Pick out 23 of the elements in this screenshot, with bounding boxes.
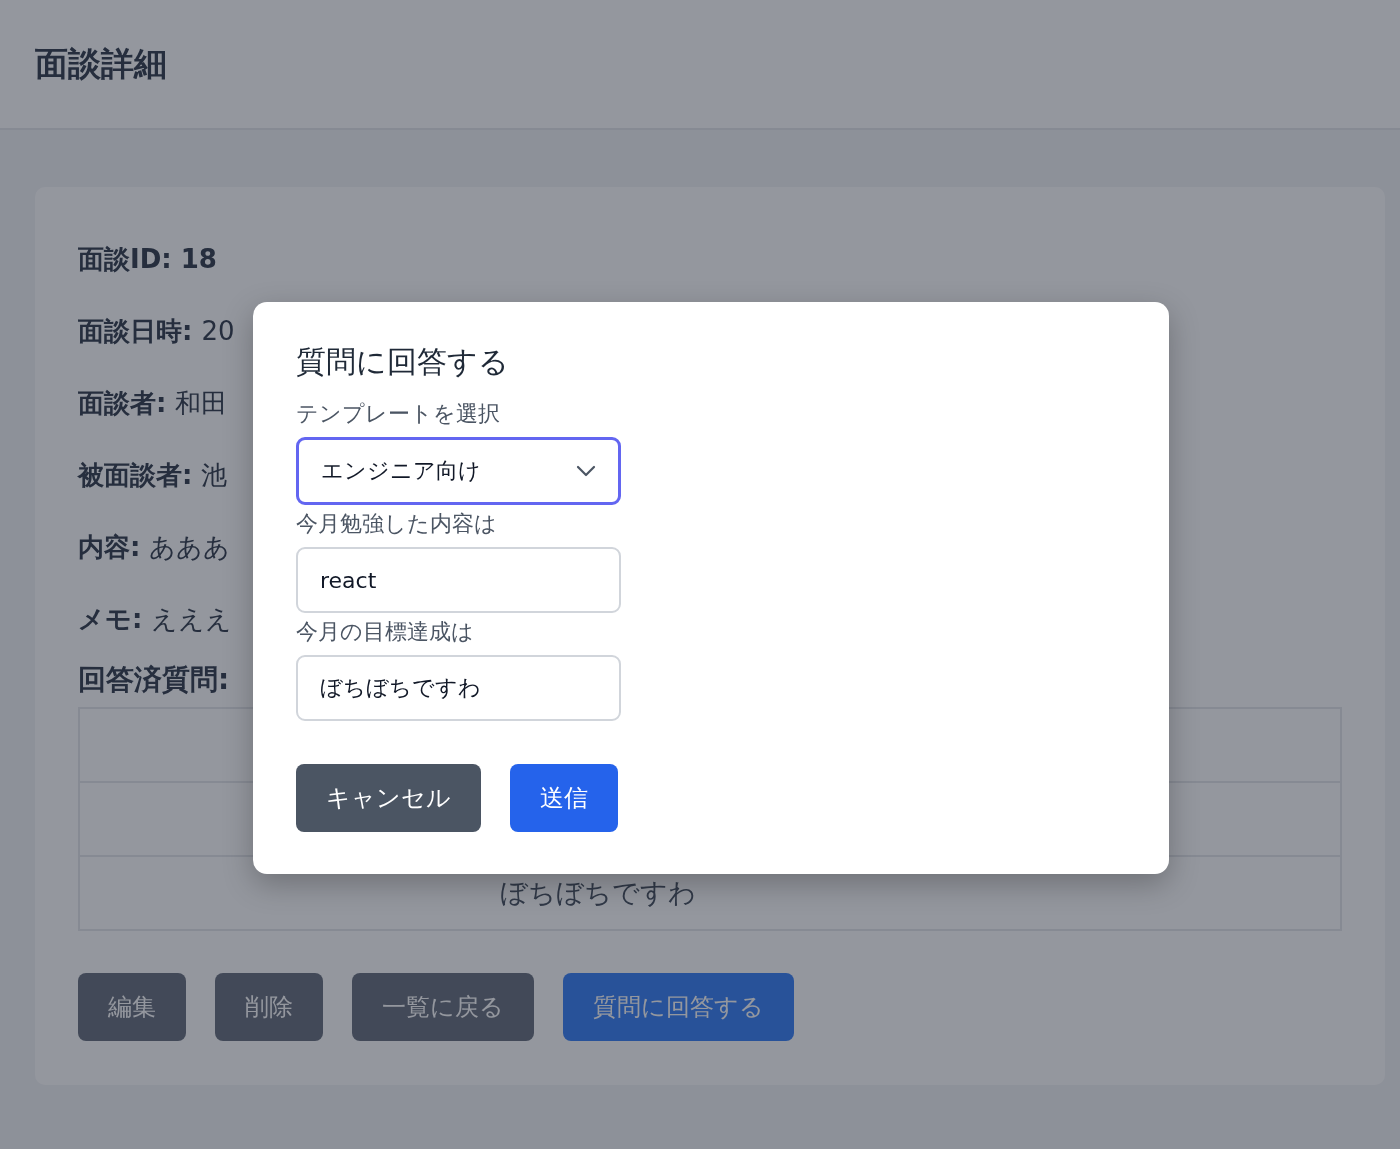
detail-text: 面談日時: 20 <box>78 314 235 348</box>
action-button[interactable]: 削除 <box>215 973 323 1041</box>
field-label: 今月の目標達成は <box>296 618 475 646</box>
dialog-button[interactable]: 送信 <box>510 764 618 832</box>
dialog-title: 質問に回答する <box>296 343 510 381</box>
detail-text: 被面談者: 池 <box>78 458 228 492</box>
action-button[interactable]: 一覧に戻る <box>352 973 534 1041</box>
action-button[interactable]: 質問に回答する <box>563 973 794 1041</box>
detail-text: メモ: えええ <box>78 602 233 636</box>
detail-text: 面談者: 和田 <box>78 386 228 420</box>
template-select[interactable]: エンジニア向け <box>296 437 621 505</box>
answer-field[interactable]: react <box>296 547 621 613</box>
table-cell-text: ぼちぼちですわ <box>499 876 696 910</box>
chevron-down-icon <box>576 465 596 477</box>
answer-field[interactable]: ぼちぼちですわ <box>296 655 621 721</box>
action-button[interactable]: 編集 <box>78 973 186 1041</box>
section-label: 回答済質問: <box>78 662 230 698</box>
field-label: 今月勉強した内容は <box>296 510 498 538</box>
detail-text: 面談ID: 18 <box>78 242 217 276</box>
dialog-button[interactable]: キャンセル <box>296 764 481 832</box>
detail-text: 内容: あああ <box>78 530 231 564</box>
page-title: 面談詳細 <box>35 42 167 85</box>
field-label: テンプレートを選択 <box>296 400 501 428</box>
